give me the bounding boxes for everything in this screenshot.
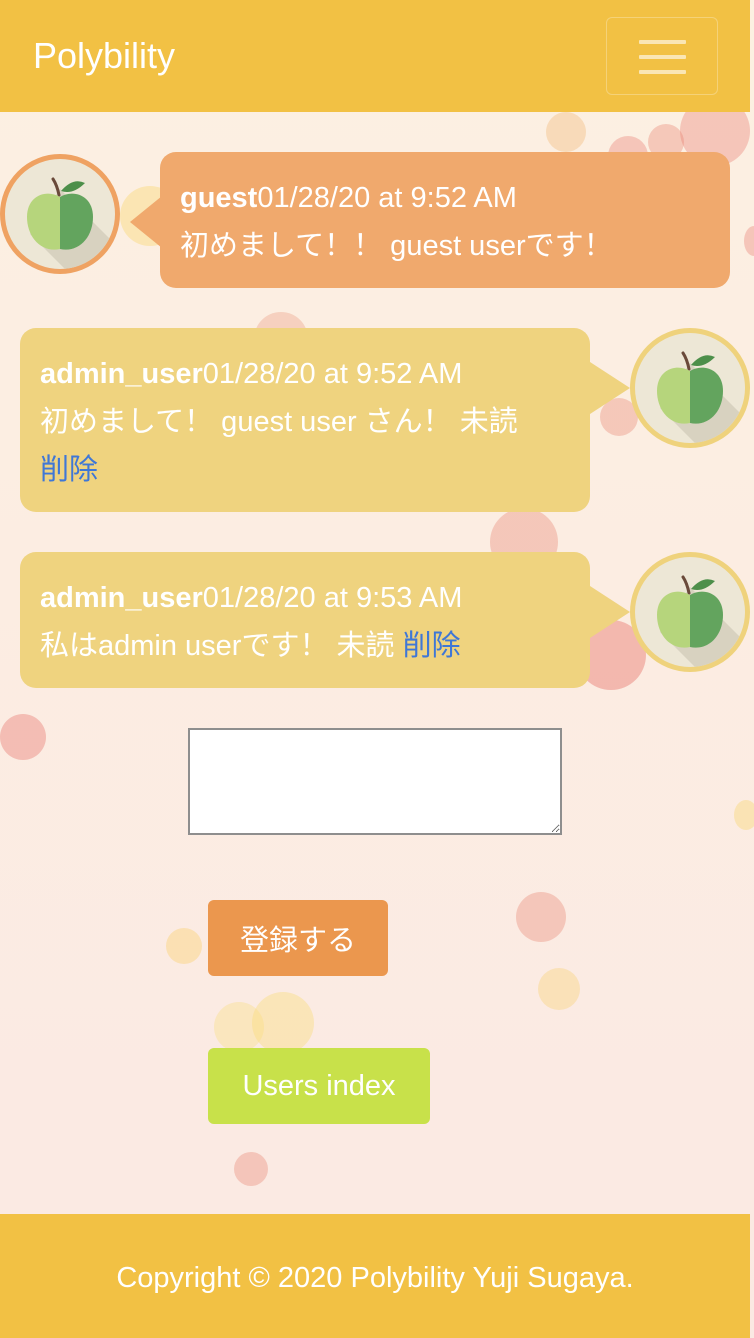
- message-author: guest: [180, 182, 258, 214]
- bubble-tail: [590, 362, 630, 414]
- submit-button[interactable]: 登録する: [208, 900, 388, 976]
- message-timestamp: 01/28/20 at 9:52 AM: [257, 182, 517, 214]
- green-apple-icon: [657, 351, 745, 443]
- users-index-button[interactable]: Users index: [208, 1048, 430, 1124]
- hamburger-icon-bar: [639, 55, 686, 59]
- message-text: 初めまして！ guest user さん！: [40, 406, 452, 438]
- message-input[interactable]: [188, 728, 562, 835]
- navbar: Polybility: [0, 0, 750, 112]
- avatar: [630, 552, 750, 672]
- bubble-tail: [130, 196, 162, 248]
- message-bubble: admin_user01/28/20 at 9:52 AM 初めまして！ gue…: [20, 328, 590, 512]
- message-text: 私はadmin userです！: [40, 630, 329, 662]
- avatar: [630, 328, 750, 448]
- footer: Copyright © 2020 Polybility Yuji Sugaya.: [0, 1214, 750, 1338]
- message-bubble: admin_user01/28/20 at 9:53 AM 私はadmin us…: [20, 552, 590, 688]
- hamburger-icon-bar: [639, 70, 686, 74]
- green-apple-icon: [657, 575, 745, 667]
- message-bubble: guest01/28/20 at 9:52 AM 初めまして！！ guest u…: [160, 152, 730, 288]
- brand-logo[interactable]: Polybility: [33, 34, 175, 78]
- unread-label: 未読: [336, 630, 395, 662]
- message-timestamp: 01/28/20 at 9:52 AM: [202, 358, 463, 390]
- message-timestamp: 01/28/20 at 9:53 AM: [202, 582, 463, 614]
- delete-link[interactable]: 削除: [403, 630, 461, 662]
- hamburger-icon: [639, 40, 686, 44]
- menu-toggle-button[interactable]: [606, 17, 718, 95]
- bubble-tail: [590, 586, 630, 638]
- copyright-text: Copyright © 2020 Polybility Yuji Sugaya.: [116, 1262, 634, 1294]
- unread-label: 未読: [459, 406, 518, 438]
- message-author: admin_user: [40, 358, 203, 390]
- message-text: 初めまして！！ guest userです！: [180, 230, 613, 262]
- message-author: admin_user: [40, 582, 203, 614]
- delete-link[interactable]: 削除: [40, 454, 98, 486]
- green-apple-icon: [27, 177, 115, 269]
- message-form: [188, 728, 562, 835]
- avatar: [0, 154, 120, 274]
